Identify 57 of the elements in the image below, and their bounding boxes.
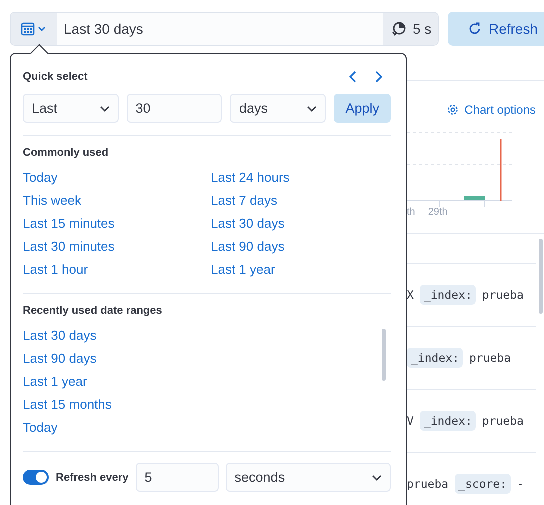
- calendar-icon: [21, 22, 47, 36]
- field-name-badge: _index:: [420, 411, 476, 431]
- section-title: Commonly used: [23, 147, 110, 159]
- date-range-link[interactable]: Last 90 days: [23, 347, 97, 370]
- date-range-link[interactable]: Last 90 days: [211, 235, 391, 258]
- field-value: prueba: [482, 414, 524, 428]
- axis-label: 29th: [428, 207, 448, 218]
- chevron-down-icon: [307, 106, 318, 112]
- date-range-link[interactable]: Last 1 hour: [23, 258, 211, 281]
- date-range-link[interactable]: Last 15 months: [23, 393, 112, 416]
- field-value: prueba: [482, 288, 524, 302]
- clock-icon: [390, 21, 407, 37]
- interval-field[interactable]: 5: [136, 463, 219, 492]
- date-range-link[interactable]: Today: [23, 166, 211, 189]
- document-text: V: [407, 414, 414, 428]
- scrollbar[interactable]: [539, 239, 543, 314]
- document-text: prueba: [407, 477, 449, 491]
- date-range-link[interactable]: Last 30 days: [211, 212, 391, 235]
- date-range-link[interactable]: Today: [23, 416, 58, 439]
- gear-icon: [446, 104, 459, 116]
- date-range-link[interactable]: Last 1 year: [23, 370, 88, 393]
- chevron-right-icon: [375, 71, 383, 83]
- field-name-badge: _index:: [407, 348, 464, 368]
- amount-field[interactable]: 30: [126, 94, 222, 123]
- field-name-badge: _score:: [454, 474, 512, 494]
- field-name-badge: _index:: [420, 285, 476, 305]
- quick-select-button[interactable]: [11, 13, 57, 45]
- auto-refresh-toggle[interactable]: [23, 470, 49, 485]
- scrollbar[interactable]: [382, 329, 386, 381]
- apply-button[interactable]: Apply: [334, 94, 391, 123]
- refresh-label: Refresh every: [56, 472, 129, 484]
- date-range-link[interactable]: This week: [23, 189, 211, 212]
- document-text: X: [407, 288, 414, 302]
- date-range-link[interactable]: Last 30 minutes: [23, 235, 211, 258]
- axis-label: th: [407, 207, 416, 218]
- refresh-button[interactable]: Refresh: [448, 12, 544, 46]
- refresh-interval-button[interactable]: 5 s: [382, 13, 438, 45]
- date-range-link[interactable]: Last 30 days: [23, 324, 97, 347]
- refresh-icon: [468, 22, 482, 36]
- chevron-left-icon: [349, 71, 357, 83]
- section-title: Quick select: [23, 71, 88, 83]
- direction-select[interactable]: Last: [23, 94, 119, 123]
- chevron-down-icon: [100, 106, 110, 112]
- section-title: Recently used date ranges: [23, 305, 164, 317]
- date-range-link[interactable]: Last 1 year: [211, 258, 391, 281]
- chevron-down-icon: [372, 474, 382, 480]
- field-value: prueba: [469, 351, 512, 365]
- date-range-link[interactable]: Last 24 hours: [211, 166, 391, 189]
- date-range-link[interactable]: Last 15 minutes: [23, 212, 211, 235]
- date-range-link[interactable]: Last 7 days: [211, 189, 391, 212]
- previous-button[interactable]: [349, 71, 357, 83]
- next-button[interactable]: [375, 71, 383, 83]
- field-value: -: [517, 477, 524, 491]
- interval-unit-select[interactable]: seconds: [226, 463, 391, 492]
- date-range-value[interactable]: Last 30 days: [57, 13, 383, 45]
- chart-options-link[interactable]: Chart options: [446, 100, 536, 120]
- unit-select[interactable]: days: [230, 94, 326, 123]
